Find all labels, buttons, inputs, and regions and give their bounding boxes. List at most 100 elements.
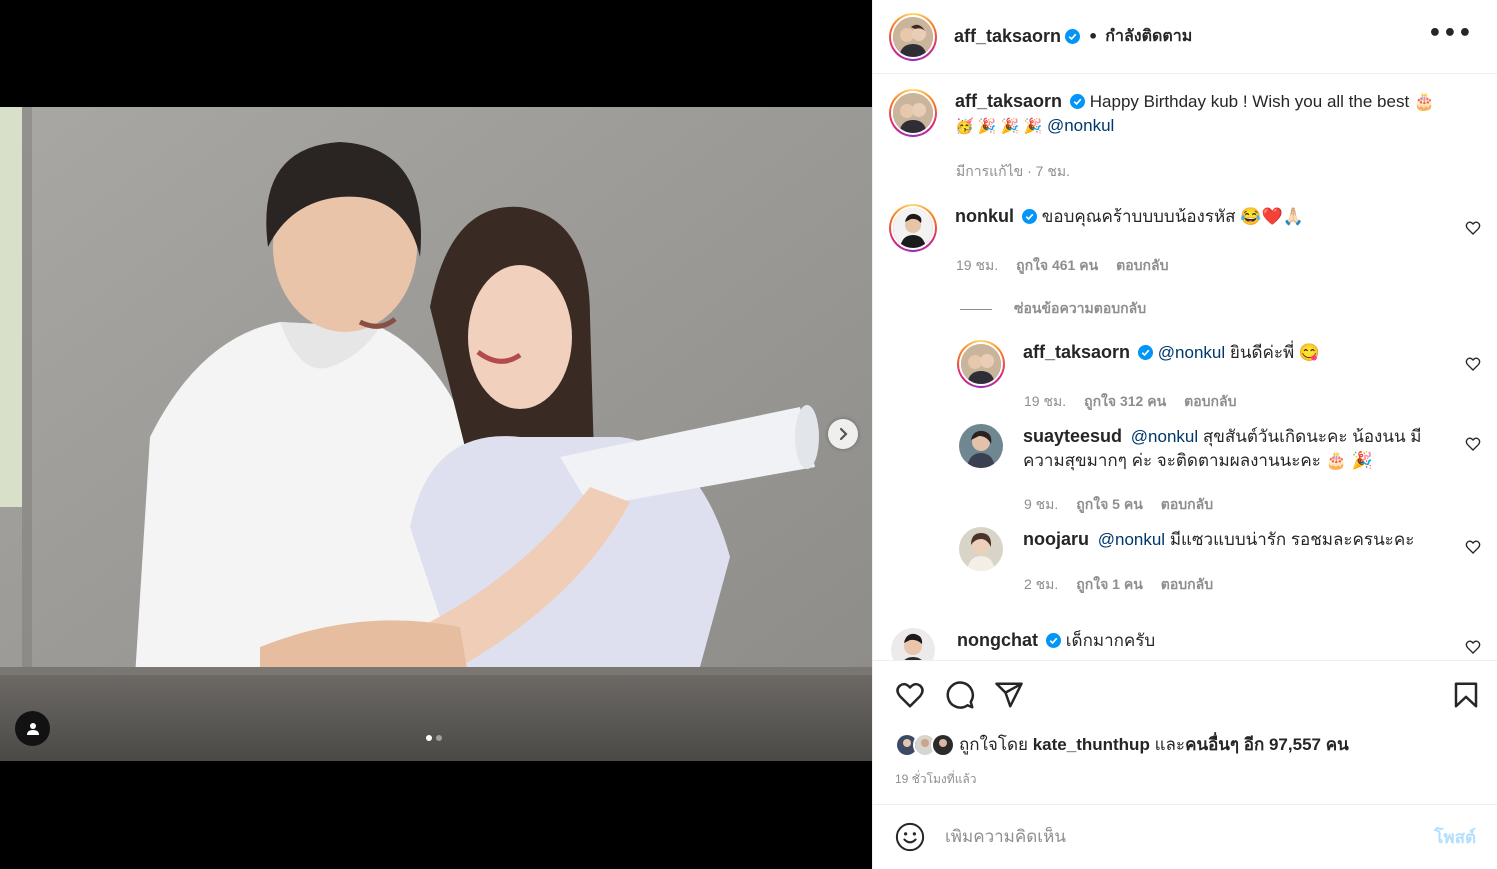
hide-replies-line [960,308,992,310]
verified-badge-icon [1138,345,1154,360]
reply-mention[interactable]: @nonkul [1098,530,1165,549]
verified-badge-icon [1022,209,1037,224]
hide-replies-button[interactable]: ซ่อนข้อความตอบกลับ [960,298,1146,320]
action-bar [873,662,1497,728]
reply-avatar[interactable] [957,340,1005,388]
reply-username[interactable]: suayteesud [1023,426,1122,446]
reply-suayteesud: suayteesud @nonkul สุขสันต์วันเกิดนะคะ น… [959,424,1493,473]
reply-likes[interactable]: ถูกใจ 1 คน [1076,574,1143,596]
reply-button[interactable]: ตอบกลับ [1161,494,1213,516]
verified-badge-icon [1065,29,1081,44]
next-photo-button[interactable] [828,419,858,449]
caption: aff_taksaorn Happy Birthday kub ! Wish y… [889,89,1455,139]
post-side-panel: aff_taksaorn • กำลังติดตาม ••• aff_taksa… [872,0,1497,869]
caption-text: Happy Birthday kub ! Wish you all the be… [1089,92,1436,111]
reply-meta: 19 ชม. ถูกใจ 312 คน ตอบกลับ [1024,391,1237,413]
caption-mention[interactable]: @nonkul [1047,116,1114,135]
comment-username[interactable]: nongchat [957,630,1038,650]
post-header: aff_taksaorn • กำลังติดตาม ••• [873,0,1497,74]
post-dialog: aff_taksaorn • กำลังติดตาม ••• aff_taksa… [0,0,1497,869]
likes-middle: และ [1154,735,1186,754]
comment-avatar[interactable] [891,628,935,660]
reply-mention[interactable]: @nonkul [1158,343,1225,362]
comment-text: เด็กมากครับ [1065,631,1156,650]
likes-prefix: ถูกใจโดย [959,735,1028,754]
like-comment-heart-icon[interactable] [1465,639,1481,655]
comment-nongchat: nongchat เด็กมากครับ [891,628,1427,660]
reply-time: 9 ชม. [1024,496,1059,512]
like-comment-heart-icon[interactable] [1465,220,1481,236]
comment-time: 19 ชม. [956,257,999,273]
comment-nonkul: nonkul ขอบคุณคร้าบบบบน้องรหัส 😂❤️🙏🏻 [889,204,1435,252]
header-separator: • [1088,27,1099,46]
avatar-image [959,527,1003,571]
avatar-image [893,93,933,133]
avatar-image [893,16,933,57]
add-comment-bar: โพสต์ [873,804,1497,869]
following-button[interactable]: กำลังติดตาม [1105,24,1192,49]
more-options-button[interactable]: ••• [1428,23,1473,45]
avatar-image [893,208,933,248]
tagged-users-button[interactable] [15,711,50,746]
liker-avatar [931,732,955,757]
reply-likes[interactable]: ถูกใจ 5 คน [1076,494,1143,516]
reply-username[interactable]: noojaru [1023,529,1089,549]
avatar-image [959,424,1003,468]
reply-avatar[interactable] [959,424,1003,468]
carousel-dot-2 [436,735,442,741]
post-comment-button[interactable]: โพสต์ [1434,824,1476,851]
carousel-dot-1 [426,735,432,741]
caption-emojis: 🥳 🎉 🎉 🎉 [955,118,1043,135]
reply-meta: 2 ชม. ถูกใจ 1 คน ตอบกลับ [1024,574,1213,596]
likes-user[interactable]: kate_thunthup [1033,735,1150,754]
reply-text-line2: ความสุขมากๆ ค่ะ จะติดตามผลงานนะคะ 🎂 🎉 [1023,451,1373,470]
hide-replies-label: ซ่อนข้อความตอบกลับ [1014,300,1147,316]
caption-username[interactable]: aff_taksaorn [955,91,1062,111]
emoji-icon[interactable] [895,822,925,852]
avatar-image [961,344,1001,384]
media-area [0,0,872,869]
likes-summary: ถูกใจโดย kate_thunthup และคนอื่นๆ อีก 97… [895,731,1349,758]
reply-username[interactable]: aff_taksaorn [1023,342,1130,362]
reply-text: มีแซวแบบน่ารัก รอชมละครนะคะ [1169,530,1415,549]
caption-edited-time: มีการแก้ไข · 7 ชม. [956,163,1070,179]
caption-meta: มีการแก้ไข · 7 ชม. [956,161,1070,183]
reply-text: สุขสันต์วันเกิดนะคะ น้องนน มี [1202,427,1422,446]
author-avatar[interactable] [889,12,937,61]
comment-likes[interactable]: ถูกใจ 461 คน [1016,255,1098,277]
post-photo[interactable] [0,107,872,761]
carousel-indicator [426,735,442,741]
like-reply-heart-icon[interactable] [1465,539,1481,555]
person-icon [26,722,39,735]
comments-list[interactable]: aff_taksaorn Happy Birthday kub ! Wish y… [873,75,1497,661]
reply-time: 2 ชม. [1024,576,1059,592]
photo-illustration [0,107,872,761]
bookmark-icon[interactable] [1451,680,1481,710]
avatar-image [891,628,935,660]
likes-others[interactable]: คนอื่นๆ อีก 97,557 คน [1185,735,1349,754]
caption-avatar[interactable] [889,89,937,137]
verified-badge-icon [1070,94,1086,109]
comment-input[interactable] [945,827,1435,847]
comment-icon[interactable] [945,680,975,710]
reply-button[interactable]: ตอบกลับ [1184,391,1236,413]
reply-button[interactable]: ตอบกลับ [1161,574,1213,596]
reply-meta: 9 ชม. ถูกใจ 5 คน ตอบกลับ [1024,494,1213,516]
reply-button[interactable]: ตอบกลับ [1116,255,1168,277]
share-icon[interactable] [994,680,1024,710]
like-reply-heart-icon[interactable] [1465,356,1481,372]
reply-likes[interactable]: ถูกใจ 312 คน [1084,391,1166,413]
comment-text: ขอบคุณคร้าบบบบน้องรหัส 😂❤️🙏🏻 [1041,207,1304,226]
author-username[interactable]: aff_taksaorn [954,26,1061,47]
like-reply-heart-icon[interactable] [1465,436,1481,452]
comment-username[interactable]: nonkul [955,206,1014,226]
reply-time: 19 ชม. [1024,393,1067,409]
reply-mention[interactable]: @nonkul [1131,427,1198,446]
heart-icon[interactable] [895,680,925,710]
comment-avatar[interactable] [889,204,937,252]
post-time[interactable]: 19 ชั่วโมงที่แล้ว [895,770,977,789]
comment-meta: 19 ชม. ถูกใจ 461 คน ตอบกลับ [956,255,1169,277]
reply-text: ยินดีค่ะพี่ 😋 [1229,343,1321,362]
verified-badge-icon [1046,633,1061,648]
reply-avatar[interactable] [959,527,1003,571]
